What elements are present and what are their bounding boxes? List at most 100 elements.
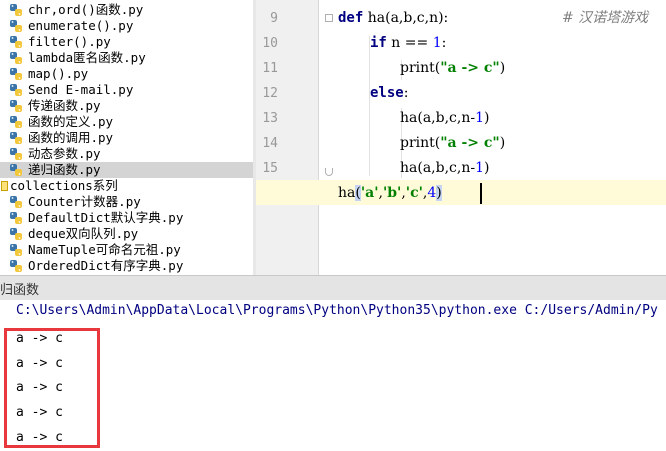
python-file-icon — [9, 259, 23, 273]
python-file-icon — [9, 243, 23, 257]
run-panel-header[interactable]: 归函数 — [0, 275, 666, 301]
tree-file-item[interactable]: enumerate().py — [0, 18, 255, 34]
indent-guide — [369, 36, 370, 176]
tree-item-label: Send E-mail.py — [28, 82, 134, 97]
tree-file-item[interactable]: 函数的调用.py — [0, 130, 255, 146]
code-string: 'a' — [360, 185, 379, 201]
python-file-icon — [9, 115, 23, 129]
python-file-icon — [9, 195, 23, 209]
tree-item-label: OrderedDict有序字典.py — [28, 258, 184, 273]
console-command-line: C:\Users\Admin\AppData\Local\Programs\Py… — [16, 303, 658, 318]
matched-paren: ) — [436, 185, 442, 201]
code-text: n == — [386, 35, 433, 51]
line-number: 15 — [262, 161, 278, 176]
code-editor[interactable]: 9 10 11 12 13 14 15 16 def ha(a,b,c,n): … — [256, 0, 666, 275]
line-number: 14 — [262, 136, 278, 151]
python-file-icon — [9, 3, 23, 17]
tree-file-item[interactable]: 传递函数.py — [0, 98, 255, 114]
text-caret — [480, 183, 482, 204]
line-number: 12 — [262, 86, 278, 101]
tree-item-label: 函数的调用.py — [28, 130, 114, 145]
tree-item-label: collections系列 — [10, 178, 118, 193]
code-text: : — [403, 85, 409, 101]
tree-file-item[interactable]: NameTuple可命名元祖.py — [0, 242, 255, 258]
tree-file-item[interactable]: chr,ord()函数.py — [0, 2, 255, 18]
tree-item-label: DefaultDict默认字典.py — [28, 210, 184, 225]
tree-file-item[interactable]: 动态参数.py — [0, 146, 255, 162]
tree-item-label: NameTuple可命名元祖.py — [28, 242, 181, 257]
tree-item-label: 递归函数.py — [28, 162, 101, 177]
tree-item-label: 函数的定义.py — [28, 114, 114, 129]
fold-marker-icon[interactable] — [325, 14, 333, 22]
tree-file-item[interactable]: DefaultDict默认字典.py — [0, 210, 255, 226]
tree-file-item[interactable]: filter().py — [0, 34, 255, 50]
editor-gutter: 9 10 11 12 13 14 15 16 — [256, 0, 319, 275]
tree-file-item[interactable]: Send E-mail.py — [0, 82, 255, 98]
tree-file-item[interactable]: Counter计数器.py — [0, 194, 255, 210]
code-number: 1 — [432, 35, 442, 51]
tree-item-label: filter().py — [28, 34, 111, 49]
tree-item-label: lambda匿名函数.py — [28, 50, 146, 65]
code-text: ha(a,b,c,n- — [400, 160, 476, 176]
run-tab-title[interactable]: 归函数 — [0, 279, 39, 298]
python-file-icon — [9, 131, 23, 145]
python-file-icon — [9, 227, 23, 241]
line-number: 13 — [262, 111, 278, 126]
tree-file-item[interactable]: 递归函数.py — [0, 162, 255, 178]
tree-file-item[interactable]: lambda匿名函数.py — [0, 50, 255, 66]
keyword-if: if — [370, 35, 387, 51]
tree-file-item[interactable]: 函数的定义.py — [0, 114, 255, 130]
python-file-icon — [9, 147, 23, 161]
folder-icon — [1, 181, 8, 191]
python-file-icon — [9, 163, 23, 177]
current-line-highlight — [256, 180, 666, 205]
project-tree: chr,ord()函数.py enumerate().py filter().py l… — [0, 0, 255, 275]
python-file-icon — [9, 35, 23, 49]
tree-file-item[interactable]: deque双向队列.py — [0, 226, 255, 242]
line-number: 11 — [262, 61, 278, 76]
code-line-16: ha('a','b','c',4) — [338, 181, 442, 206]
code-line-14: print("a -> c") — [400, 131, 505, 156]
code-text: print( — [400, 60, 441, 76]
code-text: ) — [484, 160, 490, 176]
fold-end-icon[interactable] — [325, 168, 333, 176]
code-text: ) — [484, 110, 490, 126]
python-file-icon — [9, 83, 23, 97]
code-number: 1 — [475, 110, 484, 126]
code-number: 1 — [475, 160, 484, 176]
code-text: ha — [338, 185, 356, 201]
code-line-13: ha(a,b,c,n-1) — [400, 106, 489, 131]
python-file-icon — [9, 67, 23, 81]
code-string: "a -> c" — [440, 60, 500, 76]
code-number: 4 — [427, 185, 437, 201]
code-line-10: if n == 1: — [370, 31, 446, 56]
line-number: 10 — [262, 36, 278, 51]
tree-item-label: 动态参数.py — [28, 146, 101, 161]
python-file-icon — [9, 51, 23, 65]
python-file-icon — [9, 19, 23, 33]
code-string: "a -> c" — [440, 135, 500, 151]
code-text: ha(a,b,c,n- — [400, 110, 476, 126]
tree-item-label: enumerate().py — [28, 18, 134, 33]
tree-item-label: 传递函数.py — [28, 98, 101, 113]
tree-folder-item[interactable]: collections系列 — [0, 178, 255, 194]
code-text: print( — [400, 135, 441, 151]
code-text: ) — [499, 60, 506, 76]
keyword-else: else — [370, 85, 404, 101]
code-string: 'c' — [405, 185, 423, 201]
output-highlight-box — [4, 328, 100, 448]
code-line-12: else: — [370, 81, 408, 106]
code-string: 'b' — [382, 185, 402, 201]
tree-item-label: Counter计数器.py — [28, 194, 141, 209]
tree-item-label: map().py — [28, 66, 89, 81]
code-comment: # 汉诺塔游戏 — [562, 10, 649, 26]
code-text: ) — [499, 135, 506, 151]
keyword-def: def — [338, 10, 364, 26]
line-number: 9 — [270, 11, 278, 26]
code-line-11: print("a -> c") — [400, 56, 505, 81]
tree-file-item[interactable]: map().py — [0, 66, 255, 82]
code-line-15: ha(a,b,c,n-1) — [400, 156, 489, 181]
tree-file-item[interactable]: OrderedDict有序字典.py — [0, 258, 255, 274]
python-file-icon — [9, 99, 23, 113]
code-line-9: def ha(a,b,c,n): — [338, 6, 448, 31]
